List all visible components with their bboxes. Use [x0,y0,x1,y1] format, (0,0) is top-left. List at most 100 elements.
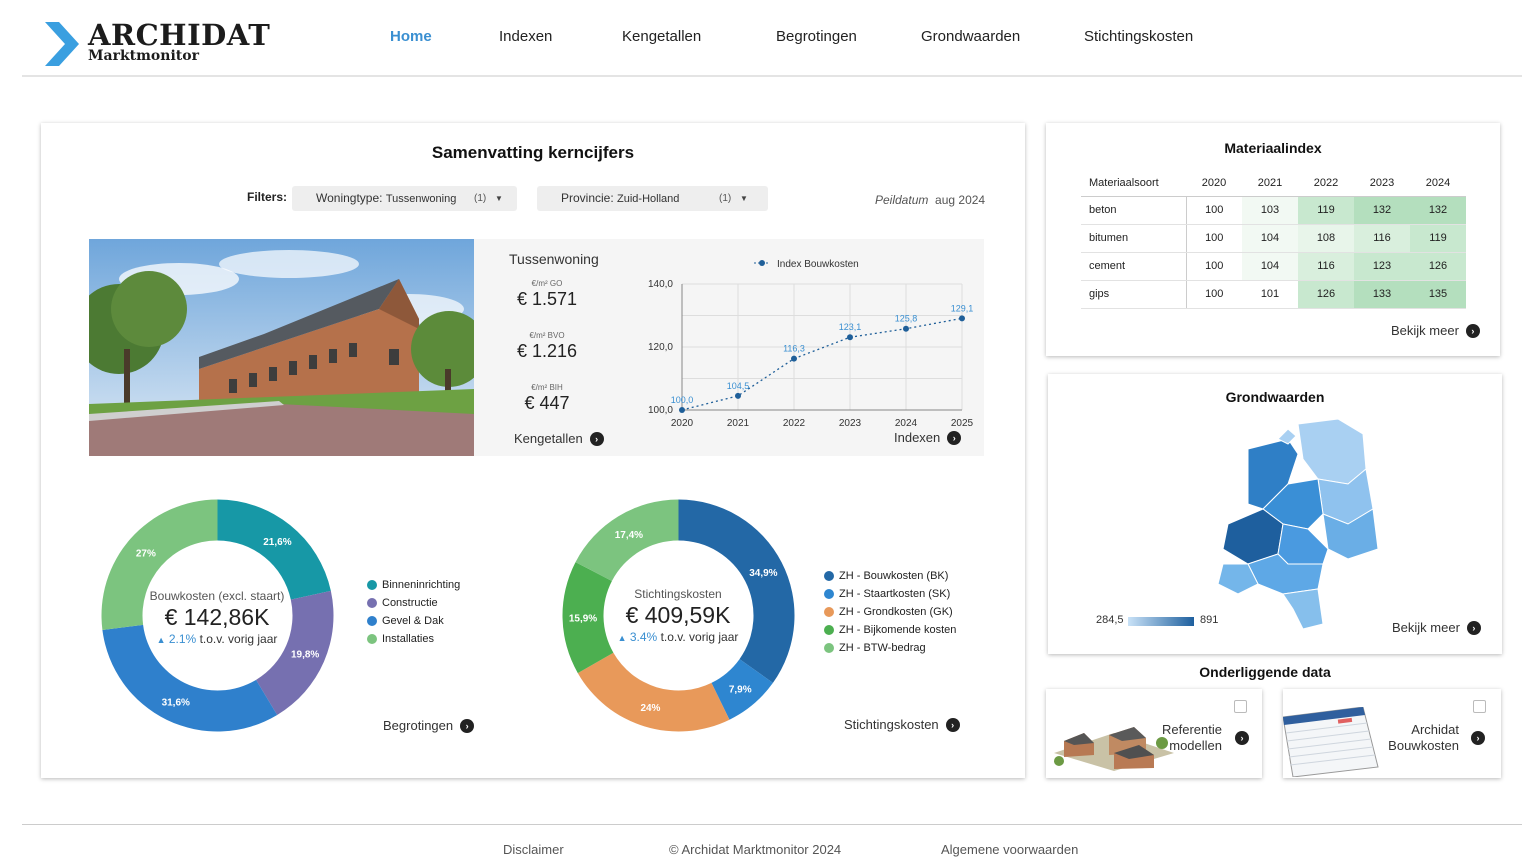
kpi-panel: Tussenwoning €/m² GO € 1.571 €/m² BVO € … [474,239,984,456]
legend-label: ZH - BTW-bedrag [839,642,926,654]
filter-provincie-dropdown[interactable]: Provincie: Zuid-Holland (1) ▼ [537,186,768,211]
logo-subtitle: Marktmonitor [88,48,199,64]
footer-voorwaarden-link[interactable]: Algemene voorwaarden [941,842,1078,857]
legend-item[interactable]: ZH - Bijkomende kosten [824,624,956,636]
legend-item[interactable]: ZH - Bouwkosten (BK) [824,570,948,582]
nav-indexen[interactable]: Indexen [499,28,552,45]
onderliggende-data-title: Onderliggende data [1199,664,1331,680]
table-row: gips 100 101 126 133 135 [1081,280,1466,309]
bekijk-meer-label: Bekijk meer [1391,323,1459,338]
legend-item[interactable]: ZH - Staartkosten (SK) [824,588,950,600]
table-header-cell[interactable]: 2024 [1410,171,1466,197]
slice-label: 34,9% [749,568,777,579]
data-label: 100,0 [671,395,694,405]
begrotingen-link-label: Begrotingen [383,718,454,733]
index-value-cell: 100 [1186,196,1242,225]
table-header-cell[interactable]: 2022 [1298,171,1354,197]
data-point [959,315,965,322]
summary-card: Samenvatting kerncijfers Filters: Woning… [41,123,1025,778]
peildatum: Peildatum aug 2024 [875,193,985,207]
archidat-line1: Archidat [1411,722,1459,737]
table-header-cell[interactable]: 2020 [1186,171,1242,197]
legend-color-dot [367,616,377,626]
materiaalindex-bekijk-meer[interactable]: Bekijk meer › [1391,323,1480,338]
external-link-icon [1473,700,1486,713]
data-label: 129,1 [951,303,974,313]
index-value-cell: 133 [1354,280,1410,309]
filters-label: Filters: [247,190,288,204]
legend-color-dot [824,607,834,617]
nav-home[interactable]: Home [390,28,432,45]
legend-item[interactable]: ZH - Grondkosten (GK) [824,606,953,618]
referentie-line1: Referentie [1162,722,1222,737]
footer: Disclaimer © Archidat Marktmonitor 2024 … [22,824,1522,858]
kengetallen-link[interactable]: Kengetallen › [514,431,604,446]
stichtingskosten-change-pct: 3.4% [629,630,658,644]
bouwkosten-change-pct: 2.1% [168,632,197,646]
materiaalindex-table: Materiaalsoort 2020 2021 2022 2023 2024 beton 1… [1081,171,1466,309]
index-value-cell: 104 [1242,252,1298,281]
kpi-bvo-label: €/m² BVO [529,331,565,340]
nav-begrotingen[interactable]: Begrotingen [776,28,857,45]
referentie-modellen-card[interactable]: Referentie modellen › [1046,689,1262,778]
material-name-cell: gips [1081,280,1187,309]
nav-stichtingskosten[interactable]: Stichtingskosten [1084,28,1193,45]
legend-color-dot [367,598,377,608]
legend-color-dot [824,625,834,635]
material-name-cell: cement [1081,252,1187,281]
legend-label: Installaties [382,633,434,645]
slice-label: 31,6% [162,697,190,708]
legend-item[interactable]: Constructie [367,597,438,609]
table-row: beton 100 103 119 132 132 [1081,196,1466,225]
index-value-cell: 123 [1354,252,1410,281]
slice-label: 19,8% [291,649,319,660]
footer-disclaimer-link[interactable]: Disclaimer [503,842,564,857]
data-point [679,407,685,413]
materiaalindex-title: Materiaalindex [1224,140,1322,156]
filter-provincie-value: Zuid-Holland [617,193,680,205]
houses-thumbnail-image [1054,727,1174,771]
spreadsheet-thumbnail-image [1283,707,1379,777]
house-render-image [89,239,474,456]
legend-item[interactable]: ZH - BTW-bedrag [824,642,926,654]
grondwaarden-bekijk-meer[interactable]: Bekijk meer › [1392,620,1481,635]
stichtingskosten-value: € 409,59K [625,602,731,628]
begrotingen-link[interactable]: Begrotingen › [383,718,475,733]
filter-woningtype-value: Tussenwoning [385,193,457,205]
filter-provincie-count: (1) [719,193,732,204]
x-tick-label: 2020 [671,418,694,429]
index-value-cell: 108 [1298,224,1354,253]
index-value-cell: 100 [1186,252,1242,281]
table-header-cell[interactable]: Materiaalsoort [1081,171,1186,197]
slice-label: 17,4% [615,530,643,541]
filter-woningtype-name: Woningtype [316,191,380,205]
nav-kengetallen[interactable]: Kengetallen [622,28,701,45]
bouwkosten-change-text: t.o.v. vorig jaar [199,632,278,646]
data-point [847,334,853,341]
archidat-bouwkosten-card[interactable]: Archidat Bouwkosten › [1283,689,1501,778]
legend-color-dot [824,643,834,653]
bouwkosten-value: € 142,86K [164,604,270,630]
legend-item[interactable]: Binneninrichting [367,579,460,591]
netherlands-choropleth-map[interactable] [1188,414,1388,634]
nav-grondwaarden[interactable]: Grondwaarden [921,28,1020,45]
x-tick-label: 2025 [951,418,974,429]
index-value-cell: 103 [1242,196,1298,225]
data-label: 125,8 [895,314,918,324]
table-header-cell[interactable]: 2023 [1354,171,1410,197]
stichtingskosten-link[interactable]: Stichtingskosten › [844,717,960,732]
arrow-right-icon: › [1466,620,1481,635]
grondwaarden-title: Grondwaarden [1225,389,1325,405]
index-value-cell: 126 [1298,280,1354,309]
table-row: cement 100 104 116 123 126 [1081,252,1466,281]
legend-item[interactable]: Installaties [367,633,434,645]
index-value-cell: 116 [1354,224,1410,253]
slice-label: 7,9% [729,684,752,695]
filter-woningtype-dropdown[interactable]: Woningtype: Tussenwoning (1) ▼ [292,186,517,211]
index-value-cell: 126 [1410,252,1466,281]
legend-item[interactable]: Gevel & Dak [367,615,444,627]
table-header-cell[interactable]: 2021 [1242,171,1298,197]
archidat-logo[interactable]: ARCHIDAT Marktmonitor [45,20,275,66]
materiaalindex-card: Materiaalindex Materiaalsoort 2020 2021 202… [1046,123,1500,356]
legend-min-value: 284,5 [1096,614,1124,626]
